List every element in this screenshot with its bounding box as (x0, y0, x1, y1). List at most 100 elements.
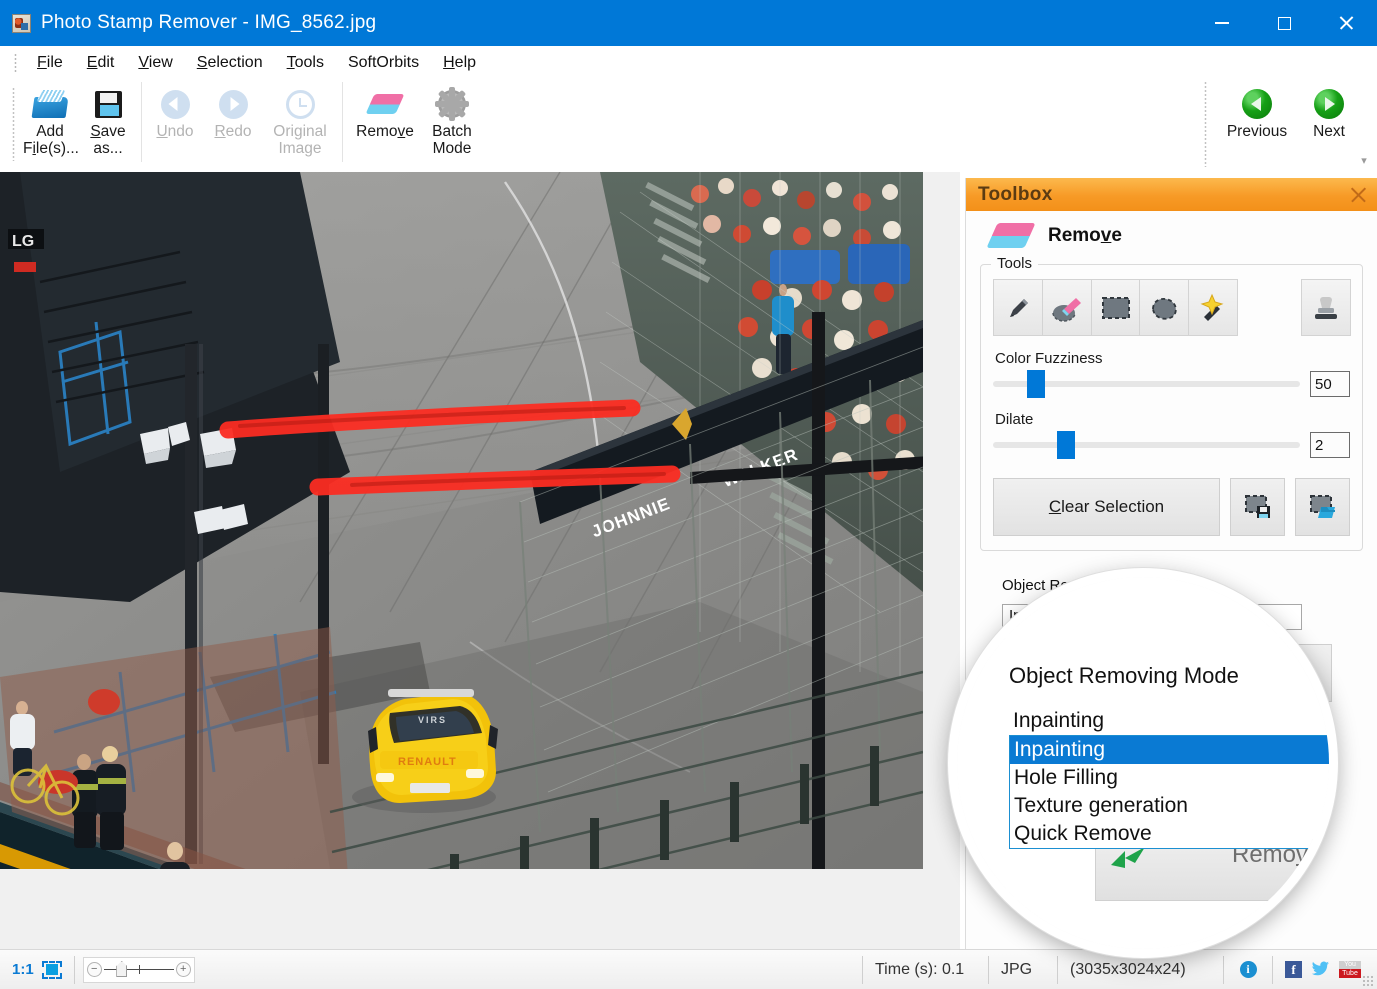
maximize-icon (1277, 16, 1291, 30)
color-fuzziness-slider[interactable] (993, 370, 1300, 398)
zoom-slider-thumb[interactable] (116, 961, 128, 977)
undo-button[interactable]: Undo (146, 79, 204, 140)
save-selection-button[interactable] (1230, 478, 1285, 536)
remove-label: Remove (356, 123, 414, 140)
minimize-button[interactable] (1191, 0, 1253, 46)
ribbon-expand-icon[interactable]: ▾ (1357, 156, 1371, 167)
menu-item-edit[interactable]: Edit (75, 51, 127, 75)
tools-group: Tools Color Fuzziness 50 Dilate 2 Clear … (980, 255, 1363, 551)
dropdown-option-texture-generation[interactable]: Texture generation (1010, 792, 1329, 820)
add-files-button[interactable]: Add File(s)... (21, 79, 79, 157)
status-divider-1 (73, 955, 75, 984)
save-as-button[interactable]: Save as... (79, 79, 137, 157)
window-controls (1191, 0, 1377, 46)
resize-grip[interactable] (1362, 975, 1374, 987)
processing-time-label: Time (s): 0.1 (875, 960, 965, 978)
close-icon (1338, 15, 1354, 31)
rectangle-select-icon (1101, 296, 1130, 319)
toolbox-title: Toolbox (978, 183, 1053, 205)
close-button[interactable] (1315, 0, 1377, 46)
window-title: Photo Stamp Remover - IMG_8562.jpg (41, 12, 377, 33)
youtube-label-top: You (1339, 961, 1361, 969)
toolbox-header: Toolbox (966, 178, 1377, 211)
eraser-icon-large (986, 223, 1036, 248)
menu-item-selection[interactable]: Selection (185, 51, 275, 75)
batch-mode-label-2: Mode (432, 140, 472, 157)
maximize-button[interactable] (1253, 0, 1315, 46)
info-button[interactable]: i (1224, 950, 1272, 989)
save-as-label-2: as... (93, 140, 123, 157)
color-fuzziness-thumb[interactable] (1026, 370, 1045, 398)
menu-item-softorbits[interactable]: SoftOrbits (336, 51, 431, 75)
toolbar-group-actions: Remove Batch Mode (347, 79, 481, 165)
toolbar-separator-1 (141, 82, 142, 162)
dilate-thumb[interactable] (1057, 431, 1076, 459)
tools-row (993, 279, 1351, 336)
toolbox-close-icon[interactable] (1349, 186, 1367, 204)
marker-tool-button[interactable] (993, 279, 1043, 336)
original-image-button[interactable]: Original Image (262, 79, 338, 157)
lasso-select-icon (1152, 297, 1178, 320)
magnified-section-title: Object Removing Mode (1009, 663, 1239, 688)
zoom-slider-control[interactable]: − + (82, 956, 195, 983)
image-canvas[interactable]: JOHNNIE WALKER (0, 172, 960, 949)
navigation-grip (1204, 81, 1207, 167)
menu-item-file[interactable]: File (25, 51, 75, 75)
app-icon (12, 13, 31, 33)
open-folder-icon (23, 85, 77, 123)
facebook-icon[interactable]: f (1285, 961, 1302, 978)
dilate-value[interactable]: 2 (1310, 432, 1350, 458)
zoom-ratio-label[interactable]: 1:1 (0, 961, 42, 978)
menu-grip-handle[interactable] (14, 52, 17, 73)
twitter-icon[interactable] (1311, 961, 1330, 978)
stamp-tool-button[interactable] (1301, 279, 1351, 336)
dilate-row: 2 (993, 431, 1350, 459)
save-selection-icon (1244, 495, 1270, 518)
clear-selection-button[interactable]: Clear Selection (993, 478, 1220, 536)
eraser-tool-button[interactable] (1041, 279, 1092, 336)
clear-selection-label: Clear Selection (1048, 497, 1165, 516)
lasso-select-tool-button[interactable] (1139, 279, 1190, 336)
magic-wand-tool-button[interactable] (1188, 279, 1239, 336)
info-icon: i (1239, 961, 1257, 978)
load-selection-button[interactable] (1295, 478, 1350, 536)
zoom-in-button[interactable]: + (175, 962, 191, 977)
dilate-slider[interactable] (993, 431, 1300, 459)
toolbar-grip-handle[interactable] (12, 87, 15, 161)
gear-icon (425, 85, 479, 123)
menu-item-view[interactable]: View (126, 51, 184, 75)
marker-icon (1009, 298, 1028, 317)
photo-image[interactable]: JOHNNIE WALKER (0, 172, 923, 869)
banner-lg: LG (12, 233, 34, 250)
undo-label: Undo (156, 123, 194, 140)
eraser-icon (349, 85, 421, 123)
minimize-icon (1215, 22, 1229, 24)
toolbar-separator-2 (342, 82, 343, 162)
dropdown-option-hole-filling[interactable]: Hole Filling (1010, 764, 1329, 792)
add-files-label-2: File(s)... (23, 140, 79, 157)
rectangle-select-tool-button[interactable] (1090, 279, 1141, 336)
zoom-out-button[interactable]: − (86, 962, 102, 977)
remove-button[interactable]: Remove (347, 79, 423, 140)
fit-to-window-icon[interactable] (41, 960, 62, 979)
undo-arrow-icon (148, 85, 202, 123)
magic-wand-icon (1200, 293, 1224, 321)
menu-item-tools[interactable]: Tools (275, 51, 336, 75)
title-bar: Photo Stamp Remover - IMG_8562.jpg (0, 0, 1377, 46)
batch-mode-button[interactable]: Batch Mode (423, 79, 481, 157)
redo-button[interactable]: Redo (204, 79, 262, 140)
menu-bar: File Edit View Selection Tools SoftOrbit… (0, 46, 1377, 79)
selection-buttons-row: Clear Selection (993, 478, 1350, 536)
magnified-combo-value: Inpainting (1013, 709, 1105, 732)
menu-item-help[interactable]: Help (431, 51, 488, 75)
next-button[interactable]: Next (1293, 79, 1365, 140)
save-as-label-1: Save (90, 123, 126, 140)
dropdown-option-inpainting[interactable]: Inpainting (1010, 736, 1329, 764)
dropdown-option-quick-remove[interactable]: Quick Remove (1010, 820, 1329, 848)
color-fuzziness-value[interactable]: 50 (1310, 371, 1350, 397)
zoom-slider-track[interactable] (103, 961, 174, 977)
stamp-icon (1315, 296, 1338, 319)
magnified-dropdown-list[interactable]: Inpainting Hole Filling Texture generati… (1009, 735, 1329, 849)
previous-button[interactable]: Previous (1221, 79, 1293, 140)
youtube-icon[interactable]: You Tube (1339, 961, 1361, 978)
